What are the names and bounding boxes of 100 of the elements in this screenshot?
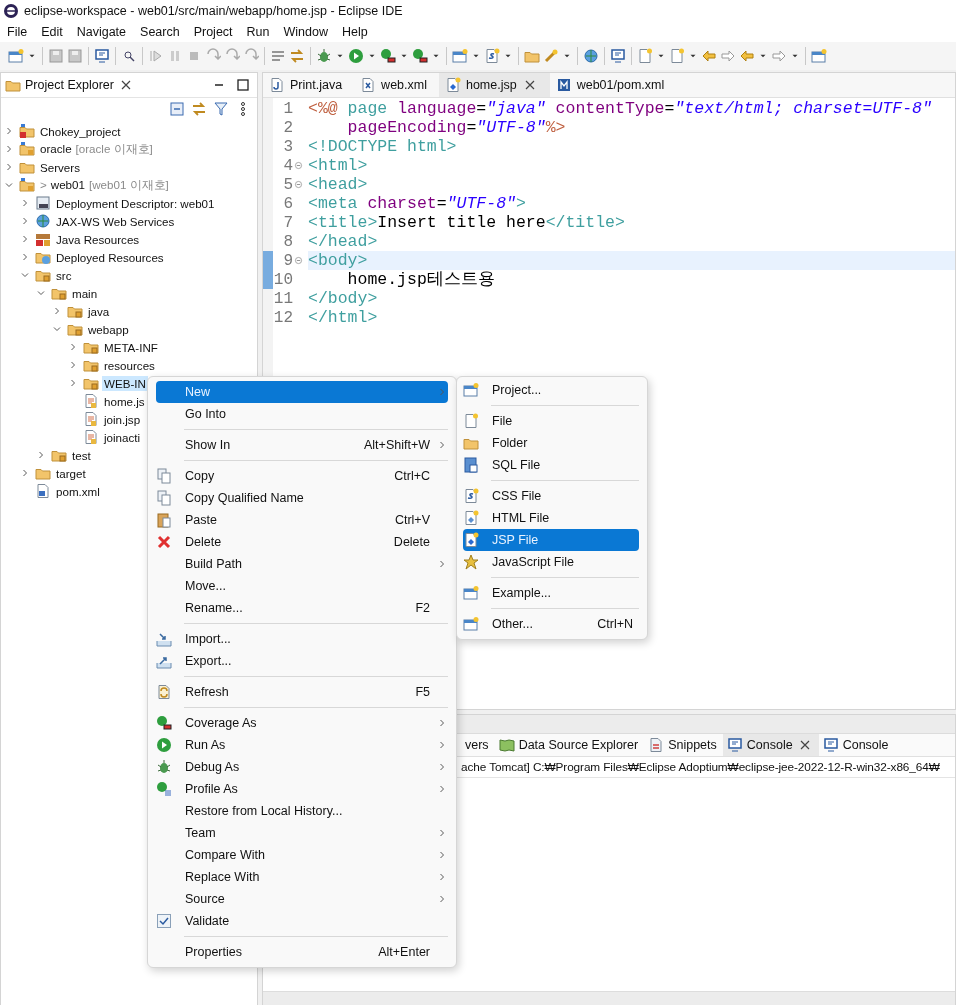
run-icon[interactable]	[348, 48, 364, 64]
menu-item[interactable]: Coverage As	[156, 712, 448, 734]
tree-item[interactable]: Deployed Resources	[54, 249, 166, 265]
link-icon[interactable]	[289, 48, 305, 64]
view-tab[interactable]: vers	[461, 734, 495, 756]
editor-tab[interactable]: web01/pom.xml	[549, 73, 677, 97]
menu-item[interactable]: JSP File	[463, 529, 639, 551]
menu-item[interactable]: HTML File	[463, 507, 639, 529]
resume-icon[interactable]	[148, 48, 164, 64]
link-icon[interactable]	[191, 101, 207, 117]
tree-item[interactable]: Chokey_project	[38, 123, 123, 139]
monitor-icon[interactable]	[610, 48, 626, 64]
menu-item[interactable]: Navigate	[69, 25, 134, 39]
new-document-icon[interactable]	[637, 48, 653, 64]
back-arrow-icon[interactable]	[701, 48, 717, 64]
menu-item[interactable]: Show In Alt+Shift+W	[156, 434, 448, 456]
tree-item[interactable]: joinacti	[102, 429, 143, 445]
coverage-icon[interactable]	[412, 48, 428, 64]
menu-item[interactable]: Validate	[156, 910, 448, 932]
tree-item[interactable]: WEB-IN	[102, 375, 148, 391]
menu-item[interactable]: Profile As	[156, 778, 448, 800]
menu-item[interactable]: Window	[276, 25, 335, 39]
menu-item[interactable]: Search	[133, 25, 187, 39]
tree-item[interactable]: resources	[102, 357, 157, 373]
fold-icon[interactable]	[293, 179, 304, 190]
save-all-icon[interactable]	[67, 48, 83, 64]
new-document-icon[interactable]	[669, 48, 685, 64]
menu-item[interactable]: Example...	[463, 582, 639, 604]
menu-item[interactable]: Export...	[156, 650, 448, 672]
view-tab[interactable]: Console	[722, 734, 819, 756]
menu-item[interactable]: Run	[239, 25, 277, 39]
window-icon[interactable]	[8, 48, 24, 64]
view-tab[interactable]: Data Source Explorer	[494, 734, 645, 756]
menu-item[interactable]: Paste Ctrl+V	[156, 509, 448, 531]
window-icon[interactable]	[811, 48, 827, 64]
menu-item[interactable]: Project	[186, 25, 240, 39]
fold-icon[interactable]	[293, 160, 304, 171]
menu-item[interactable]: Go Into	[156, 403, 448, 425]
menu-item[interactable]: Import...	[156, 628, 448, 650]
menu-item[interactable]: Copy Ctrl+C	[156, 465, 448, 487]
tree-item[interactable]: META-INF	[102, 339, 160, 355]
menu-item[interactable]: Run As	[156, 734, 448, 756]
coverage-icon[interactable]	[380, 48, 396, 64]
editor-tab[interactable]: home.jsp	[438, 73, 550, 97]
menu-item[interactable]: Move...	[156, 575, 448, 597]
save-icon[interactable]	[48, 48, 64, 64]
menu-item[interactable]: File	[463, 410, 639, 432]
menu-item[interactable]: New	[156, 381, 448, 403]
menu-item[interactable]: SQL File	[463, 454, 639, 476]
tree-item[interactable]: target	[54, 465, 88, 481]
view-tab[interactable]: Console	[818, 734, 895, 756]
forward-arrow-icon[interactable]	[720, 48, 736, 64]
tree-item[interactable]: home.js	[102, 393, 147, 409]
globe-icon[interactable]	[583, 48, 599, 64]
menu-item[interactable]: Delete Delete	[156, 531, 448, 553]
scrollbar[interactable]	[263, 991, 955, 1005]
bug-icon[interactable]	[316, 48, 332, 64]
tree-item[interactable]: java	[86, 303, 112, 319]
menu-item[interactable]: Rename... F2	[156, 597, 448, 619]
tree-item[interactable]: Deployment Descriptor: web01	[54, 195, 217, 211]
menu-item[interactable]: Source	[156, 888, 448, 910]
tree-item[interactable]: join.jsp	[102, 411, 143, 427]
tree-item[interactable]: main	[70, 285, 100, 301]
menu-item[interactable]: Team	[156, 822, 448, 844]
menu-item[interactable]: Restore from Local History...	[156, 800, 448, 822]
tree-item[interactable]: src	[54, 267, 74, 283]
menu-item[interactable]: Properties Alt+Enter	[156, 941, 448, 963]
editor-tab[interactable]: web.xml	[354, 73, 439, 97]
menu-item[interactable]: Project...	[463, 379, 639, 401]
forward-arrow-icon[interactable]	[771, 48, 787, 64]
menu-item[interactable]: Build Path	[156, 553, 448, 575]
tree-item[interactable]: > web01 [web01 이재호]	[38, 176, 171, 194]
maximize-icon[interactable]	[235, 77, 251, 93]
tree-item[interactable]: pom.xml	[54, 483, 102, 499]
tree-item[interactable]: Java Resources	[54, 231, 142, 247]
menu-item[interactable]: Copy Qualified Name	[156, 487, 448, 509]
menu-item[interactable]: JavaScript File	[463, 551, 639, 573]
editor-tab[interactable]: Print.java	[263, 73, 355, 97]
collapse-all-icon[interactable]	[169, 101, 185, 117]
fold-icon[interactable]	[293, 255, 304, 266]
menu-item[interactable]: CSS File	[463, 485, 639, 507]
wand-icon[interactable]	[543, 48, 559, 64]
menu-item[interactable]: Help	[334, 25, 375, 39]
menu-item[interactable]: Edit	[34, 25, 70, 39]
menu-item[interactable]: Replace With	[156, 866, 448, 888]
menu-item[interactable]: File	[0, 25, 35, 39]
tree-item[interactable]: test	[70, 447, 93, 463]
tree-item[interactable]: webapp	[86, 321, 131, 337]
filter-icon[interactable]	[213, 101, 229, 117]
menu-item[interactable]: Compare With	[156, 844, 448, 866]
window-icon[interactable]	[452, 48, 468, 64]
view-tab[interactable]: Snippets	[644, 734, 723, 756]
list-icon[interactable]	[270, 48, 286, 64]
menu-item[interactable]: Refresh F5	[156, 681, 448, 703]
css-file-icon[interactable]	[484, 48, 500, 64]
menu-item[interactable]: Other... Ctrl+N	[463, 613, 639, 635]
tree-item[interactable]: JAX-WS Web Services	[54, 213, 177, 229]
menu-item[interactable]: Folder	[463, 432, 639, 454]
back-arrow-icon[interactable]	[739, 48, 755, 64]
monitor-icon[interactable]	[94, 48, 110, 64]
